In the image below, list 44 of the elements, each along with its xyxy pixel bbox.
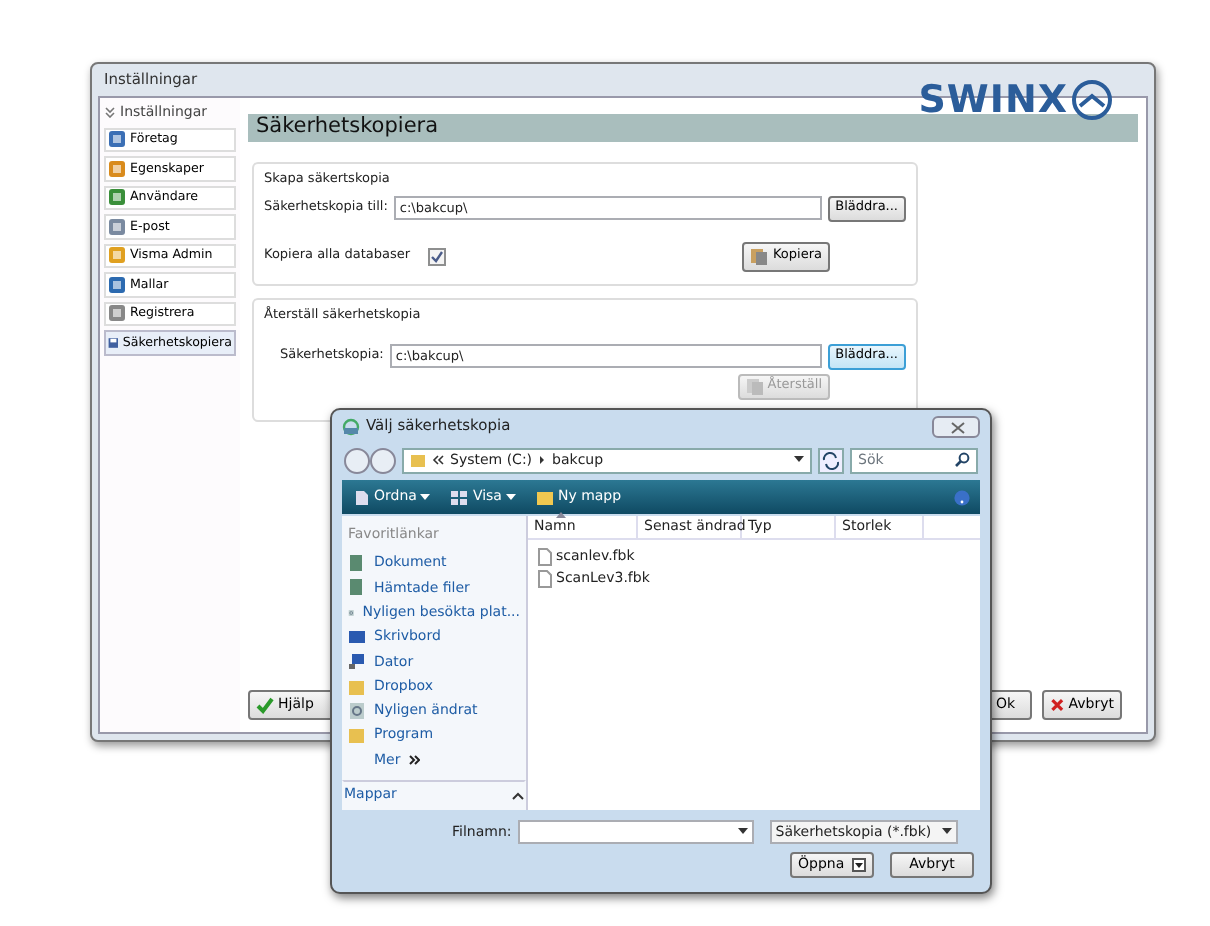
- checkbox[interactable]: [428, 247, 447, 266]
- caret-icon: [420, 493, 431, 501]
- check-icon: [256, 696, 274, 714]
- folder-icon: [535, 489, 554, 505]
- copy-icon: [750, 247, 769, 266]
- caret-icon: [852, 858, 866, 872]
- tile-icon: [108, 188, 126, 207]
- folder-icon: [348, 677, 366, 696]
- floppy-icon: [108, 333, 119, 352]
- help-icon: [954, 489, 970, 505]
- tile-icon: [108, 217, 126, 236]
- tile-icon: [108, 130, 126, 149]
- refresh-icon: [818, 447, 844, 473]
- grid-icon: [450, 489, 469, 505]
- double-chevron-icon: [408, 754, 421, 767]
- collapse-icon: [512, 791, 524, 799]
- overflow-icon: [432, 454, 444, 466]
- close-button[interactable]: [932, 415, 980, 437]
- filename-field[interactable]: [517, 820, 754, 844]
- desktop-icon: [348, 628, 366, 647]
- dropdown-icon: [941, 828, 952, 836]
- computer-icon: [348, 652, 366, 671]
- folder-icon: [410, 452, 426, 468]
- tile-icon: [108, 304, 126, 323]
- copy-icon: [745, 377, 764, 396]
- back-icon: [344, 447, 370, 473]
- folder-icon: [348, 726, 366, 745]
- close-icon: [1050, 696, 1065, 714]
- logo-icon: [1070, 78, 1114, 123]
- tile-icon: [108, 159, 126, 178]
- caret-icon: [505, 493, 516, 501]
- forward-icon: [370, 447, 396, 473]
- logo-text: SWINX: [918, 76, 1068, 126]
- dialog-icon: [342, 417, 360, 435]
- close-icon: [950, 421, 966, 433]
- chevron-icon: [538, 454, 547, 466]
- dropdown-icon: [737, 828, 748, 836]
- page-icon: [354, 489, 370, 505]
- tile-icon: [108, 275, 126, 294]
- dropdown-icon: [794, 456, 804, 464]
- tile-icon: [108, 246, 126, 265]
- page-title: Säkerhetskopiera: [256, 112, 439, 143]
- recent-icon: [348, 701, 366, 720]
- search-icon: [954, 452, 970, 468]
